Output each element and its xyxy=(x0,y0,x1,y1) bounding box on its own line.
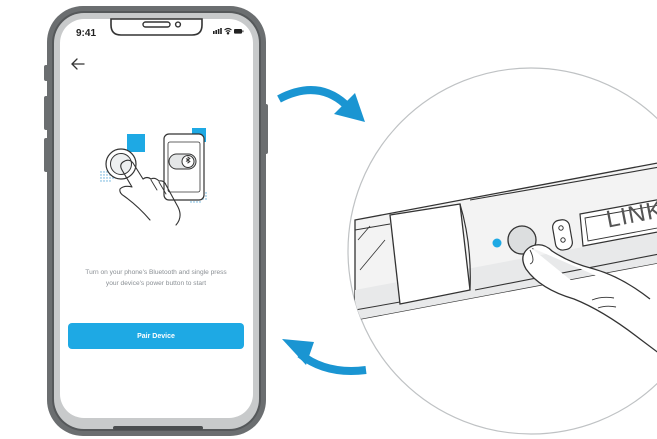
phone-screen xyxy=(60,19,253,418)
instruction-line-1: Turn on your phone's Bluetooth and singl… xyxy=(85,269,227,276)
pair-device-button[interactable]: Pair Device xyxy=(68,323,244,349)
stage: 9:41 Turn on your phone's Bluetooth and … xyxy=(0,0,657,439)
phone-frame xyxy=(44,6,657,436)
curved-arrow-icon xyxy=(297,350,367,375)
instruction-line-2: your device's power button to start xyxy=(105,280,207,287)
device-cap xyxy=(389,203,471,305)
status-time: 9:41 xyxy=(76,28,97,39)
curved-arrow-icon xyxy=(277,86,348,108)
status-led xyxy=(492,238,502,248)
accent-square xyxy=(127,134,145,152)
home-indicator xyxy=(113,426,203,430)
